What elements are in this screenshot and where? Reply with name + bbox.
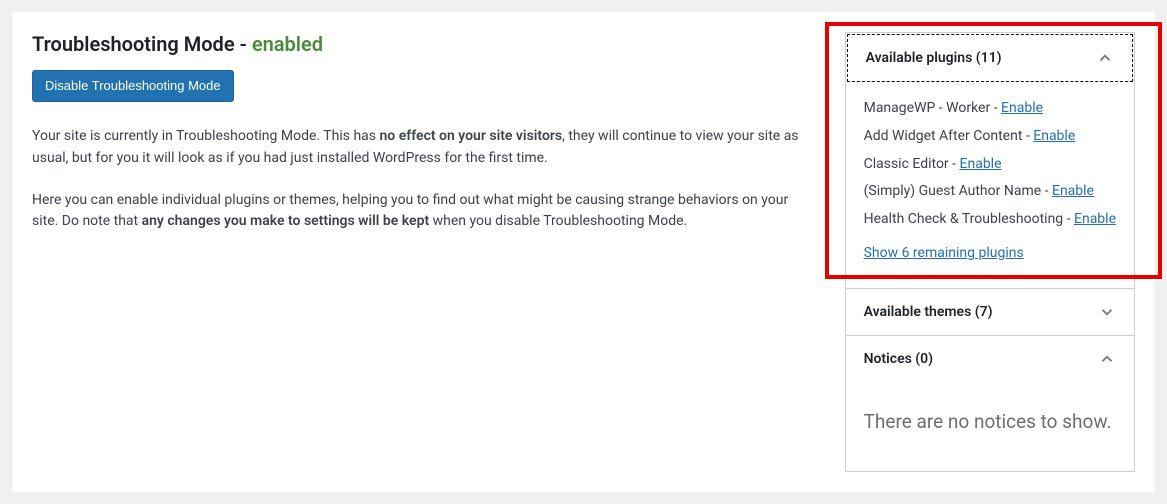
- heading-prefix: Troubleshooting Mode -: [32, 32, 252, 56]
- plugins-accordion-title: Available plugins (11): [866, 50, 1002, 66]
- notices-accordion-body: There are no notices to show.: [846, 382, 1134, 471]
- separator: -: [1041, 183, 1052, 199]
- disable-troubleshooting-button[interactable]: Disable Troubleshooting Mode: [32, 70, 234, 102]
- left-column: Troubleshooting Mode - enabled Disable T…: [32, 32, 825, 472]
- chevron-up-icon: [1096, 49, 1114, 67]
- description-bold: no effect on your site visitors: [379, 128, 562, 144]
- plugins-accordion-header[interactable]: Available plugins (11): [847, 34, 1133, 82]
- heading-status: enabled: [252, 32, 323, 56]
- separator: -: [1022, 128, 1033, 144]
- show-remaining-plugins-link[interactable]: Show 6 remaining plugins: [864, 245, 1024, 261]
- description-paragraph-1: Your site is currently in Troubleshootin…: [32, 126, 815, 169]
- plugin-name: Classic Editor: [864, 156, 949, 172]
- enable-plugin-link[interactable]: Enable: [1001, 100, 1043, 116]
- right-column: Available plugins (11) ManageWP - Worker…: [845, 32, 1135, 472]
- separator: -: [990, 100, 1001, 116]
- enable-plugin-link[interactable]: Enable: [1052, 183, 1094, 199]
- separator: -: [1063, 211, 1074, 227]
- plugin-row: Add Widget After Content - Enable: [864, 125, 1116, 149]
- notices-accordion-title: Notices (0): [864, 351, 933, 367]
- plugins-accordion-body: ManageWP - Worker - Enable Add Widget Af…: [846, 83, 1134, 288]
- plugin-name: (Simply) Guest Author Name: [864, 183, 1042, 199]
- plugins-accordion: Available plugins (11) ManageWP - Worker…: [845, 32, 1135, 472]
- page-title: Troubleshooting Mode - enabled: [32, 32, 815, 56]
- description-text: Your site is currently in Troubleshootin…: [32, 128, 379, 144]
- enable-plugin-link[interactable]: Enable: [1074, 211, 1116, 227]
- separator: -: [949, 156, 960, 172]
- plugin-row: ManageWP - Worker - Enable: [864, 97, 1116, 121]
- themes-accordion-title: Available themes (7): [864, 304, 993, 320]
- enable-plugin-link[interactable]: Enable: [960, 156, 1002, 172]
- chevron-up-icon: [1098, 350, 1116, 368]
- themes-accordion-header[interactable]: Available themes (7): [846, 289, 1134, 335]
- plugin-row: Health Check & Troubleshooting - Enable: [864, 208, 1116, 232]
- enable-plugin-link[interactable]: Enable: [1033, 128, 1075, 144]
- show-remaining-row: Show 6 remaining plugins: [864, 242, 1116, 266]
- plugin-name: ManageWP - Worker: [864, 100, 991, 116]
- notices-empty-text: There are no notices to show.: [864, 410, 1112, 433]
- plugin-row: Classic Editor - Enable: [864, 153, 1116, 177]
- description-paragraph-2: Here you can enable individual plugins o…: [32, 190, 815, 233]
- chevron-down-icon: [1098, 303, 1116, 321]
- description-text: when you disable Troubleshooting Mode.: [429, 213, 687, 229]
- plugin-row: (Simply) Guest Author Name - Enable: [864, 180, 1116, 204]
- description-block: Your site is currently in Troubleshootin…: [32, 126, 815, 233]
- plugin-name: Health Check & Troubleshooting: [864, 211, 1064, 227]
- notices-accordion-header[interactable]: Notices (0): [846, 336, 1134, 382]
- description-bold: any changes you make to settings will be…: [142, 213, 430, 229]
- plugin-name: Add Widget After Content: [864, 128, 1023, 144]
- troubleshooting-panel: Troubleshooting Mode - enabled Disable T…: [12, 12, 1155, 492]
